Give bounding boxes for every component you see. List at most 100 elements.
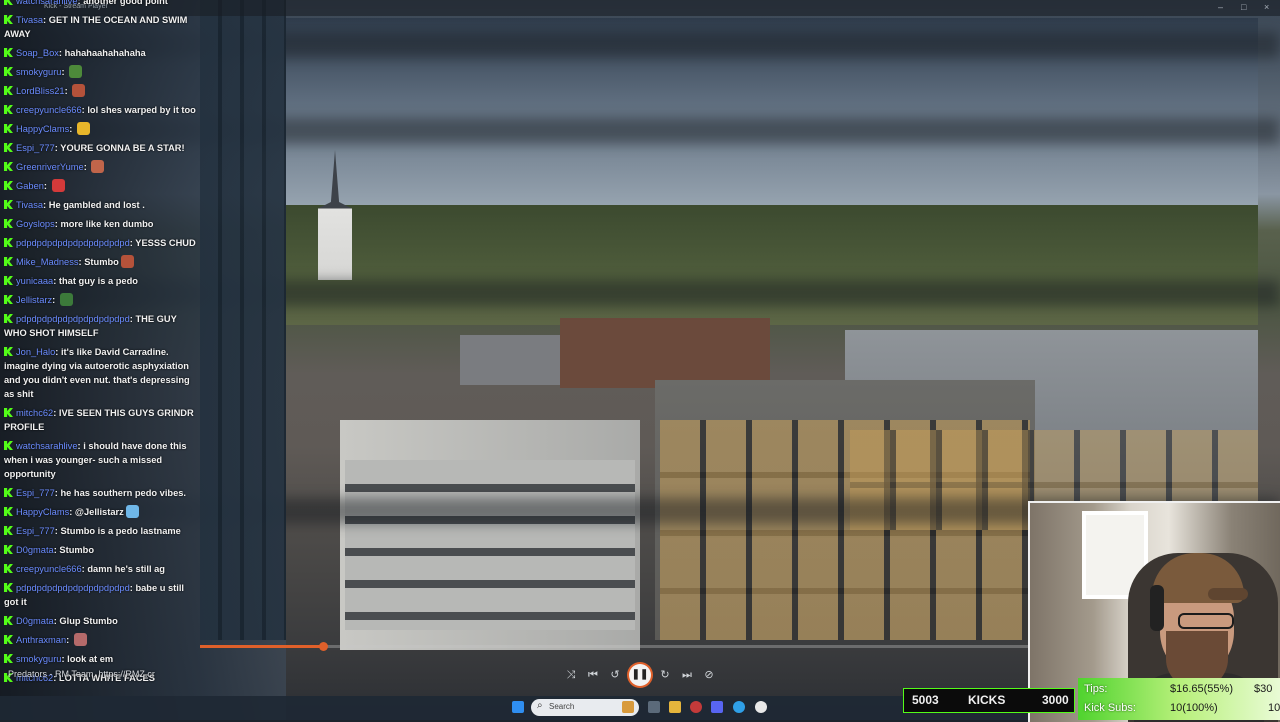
file-explorer-icon[interactable] <box>669 701 681 713</box>
pause-button[interactable]: ❚❚ <box>629 664 651 686</box>
kick-badge-icon <box>4 276 13 285</box>
kick-badge-icon <box>4 0 13 5</box>
kick-badge-icon <box>4 200 13 209</box>
media-player-icon[interactable] <box>755 701 767 713</box>
forward-icon[interactable]: ↻ <box>656 666 674 684</box>
chat-username[interactable]: D0gmata <box>16 545 54 555</box>
chat-username[interactable]: Jellistarz <box>16 295 52 305</box>
chat-message: Soap_Box: hahahaahahahaha <box>0 46 200 60</box>
repeat-off-icon[interactable]: ⊘ <box>700 666 718 684</box>
kick-badge-icon <box>4 124 13 133</box>
emote-icon <box>120 255 134 268</box>
kicks-left-value: 5003 <box>912 693 939 707</box>
chat-text: Stumbo is a pedo lastname <box>60 526 181 536</box>
glass-building <box>200 0 286 640</box>
kick-badge-icon <box>4 295 13 304</box>
shuffle-icon[interactable]: ⤨ <box>562 666 580 684</box>
kick-badge-icon <box>4 238 13 247</box>
minimize-icon[interactable]: – <box>1218 2 1223 12</box>
chat-text: he has southern pedo vibes. <box>60 488 187 498</box>
kick-badge-icon <box>4 15 13 24</box>
building-windows <box>345 460 635 630</box>
chat-message: Jon_Halo: it's like David Carradine. ima… <box>4 347 190 399</box>
chat-username[interactable]: Espi_777 <box>16 488 55 498</box>
chat-message: creepyuncle666: lol shes warped by it to… <box>0 103 200 117</box>
chat-username[interactable]: GreenriverYume <box>16 162 84 172</box>
chat-username[interactable]: pdpdpdpdpdpdpdpdpdpdpd <box>16 314 130 324</box>
chat-username[interactable]: Anthraxman <box>16 635 66 645</box>
chat-username[interactable]: watchsarahlive <box>16 441 78 451</box>
chat-username[interactable]: Mike_Madness <box>16 257 79 267</box>
close-icon[interactable]: × <box>1264 2 1269 12</box>
chat-username[interactable]: HappyClams <box>16 124 69 134</box>
chat-text: YESSS CHUD <box>135 238 196 248</box>
chat-message: HappyClams: @Jellistarz <box>0 505 200 519</box>
chat-username[interactable]: smokyguru <box>16 654 61 664</box>
chat-username[interactable]: LordBliss21 <box>16 86 65 96</box>
chat-message: Tivasa: GET IN THE OCEAN AND SWIM AWAY <box>4 15 188 39</box>
chat-text: look at em <box>67 654 114 664</box>
kick-badge-icon <box>4 314 13 323</box>
chat-overlay: watchsarahlive: another good point Tivasa… <box>0 0 200 690</box>
seek-bar-knob[interactable] <box>318 642 328 651</box>
discord-icon[interactable] <box>711 701 723 713</box>
rewind-icon[interactable]: ↺ <box>606 666 624 684</box>
search-icon: ⌕ <box>537 700 543 711</box>
kick-badge-icon <box>4 488 13 497</box>
chat-text: Stumbo <box>59 545 95 555</box>
tips-goal-widget: Tips: $16.65(55%) $30 Kick Subs: 10(100%… <box>1078 678 1280 720</box>
chat-username[interactable]: watchsarahlive <box>16 0 78 6</box>
chat-text: damn he's still ag <box>87 564 165 574</box>
kick-badge-icon <box>4 635 13 644</box>
chat-username[interactable]: Goyslops <box>16 219 55 229</box>
chat-message: Tivasa: He gambled and lost . <box>0 198 200 212</box>
start-icon[interactable] <box>512 701 524 713</box>
chat-username[interactable]: D0gmata <box>16 616 54 626</box>
chat-message: pdpdpdpdpdpdpdpdpdpdpd: YESSS CHUD <box>0 236 200 250</box>
task-view-icon[interactable] <box>648 701 660 713</box>
chat-username[interactable]: Espi_777 <box>16 526 55 536</box>
chat-message: Espi_777: he has southern pedo vibes. <box>0 486 200 500</box>
chat-username[interactable]: creepyuncle666 <box>16 105 82 115</box>
chat-username[interactable]: mitchc62 <box>16 408 53 418</box>
chat-message: D0gmata: Glup Stumbo <box>0 614 200 628</box>
chat-username[interactable]: Jon_Halo <box>16 347 55 357</box>
chat-username[interactable]: Soap_Box <box>16 48 59 58</box>
chat-username[interactable]: pdpdpdpdpdpdpdpdpdpdpd <box>16 238 130 248</box>
chat-message: watchsarahlive: i should have done this … <box>4 441 187 479</box>
browser-icon[interactable] <box>733 701 745 713</box>
next-icon[interactable]: ⏭ <box>678 666 696 684</box>
chat-message: yunicaaa: that guy is a pedo <box>0 274 200 288</box>
taskbar-search[interactable]: ⌕ Search <box>531 699 639 716</box>
chat-username[interactable]: yunicaaa <box>16 276 53 286</box>
kicks-right-value: 3000 <box>1042 693 1069 707</box>
chat-username[interactable]: Tivasa <box>16 15 43 25</box>
chrome-icon[interactable] <box>690 701 702 713</box>
treeline <box>286 205 1258 325</box>
chat-username[interactable]: Tivasa <box>16 200 43 210</box>
chat-message: LordBliss21: <box>0 84 200 98</box>
seek-bar[interactable] <box>200 642 1028 651</box>
chat-username[interactable]: Espi_777 <box>16 143 55 153</box>
emote-icon <box>91 160 105 173</box>
kick-badge-icon <box>4 67 13 76</box>
chat-message: D0gmata: Stumbo <box>0 543 200 557</box>
chat-message: Mike_Madness: Stumbo <box>0 255 200 269</box>
previous-icon[interactable]: ⏮ <box>584 666 602 684</box>
search-highlight-icon <box>622 701 634 713</box>
chat-message: smokyguru: <box>0 65 200 79</box>
chat-username[interactable]: Gaben <box>16 181 44 191</box>
chat-username[interactable]: creepyuncle666 <box>16 564 82 574</box>
kick-badge-icon <box>4 526 13 535</box>
glasses <box>1178 613 1234 629</box>
chat-text: that guy is a pedo <box>58 276 138 286</box>
chat-username[interactable]: pdpdpdpdpdpdpdpdpdpdpd <box>16 583 130 593</box>
tips-label: Tips: <box>1084 683 1108 695</box>
kick-badge-icon <box>4 86 13 95</box>
chat-username[interactable]: HappyClams <box>16 507 69 517</box>
maximize-icon[interactable]: □ <box>1241 2 1246 12</box>
chat-message: Jellistarz: <box>0 293 200 307</box>
chat-text: Stumbo <box>84 257 119 267</box>
kick-badge-icon <box>4 616 13 625</box>
chat-username[interactable]: smokyguru <box>16 67 61 77</box>
